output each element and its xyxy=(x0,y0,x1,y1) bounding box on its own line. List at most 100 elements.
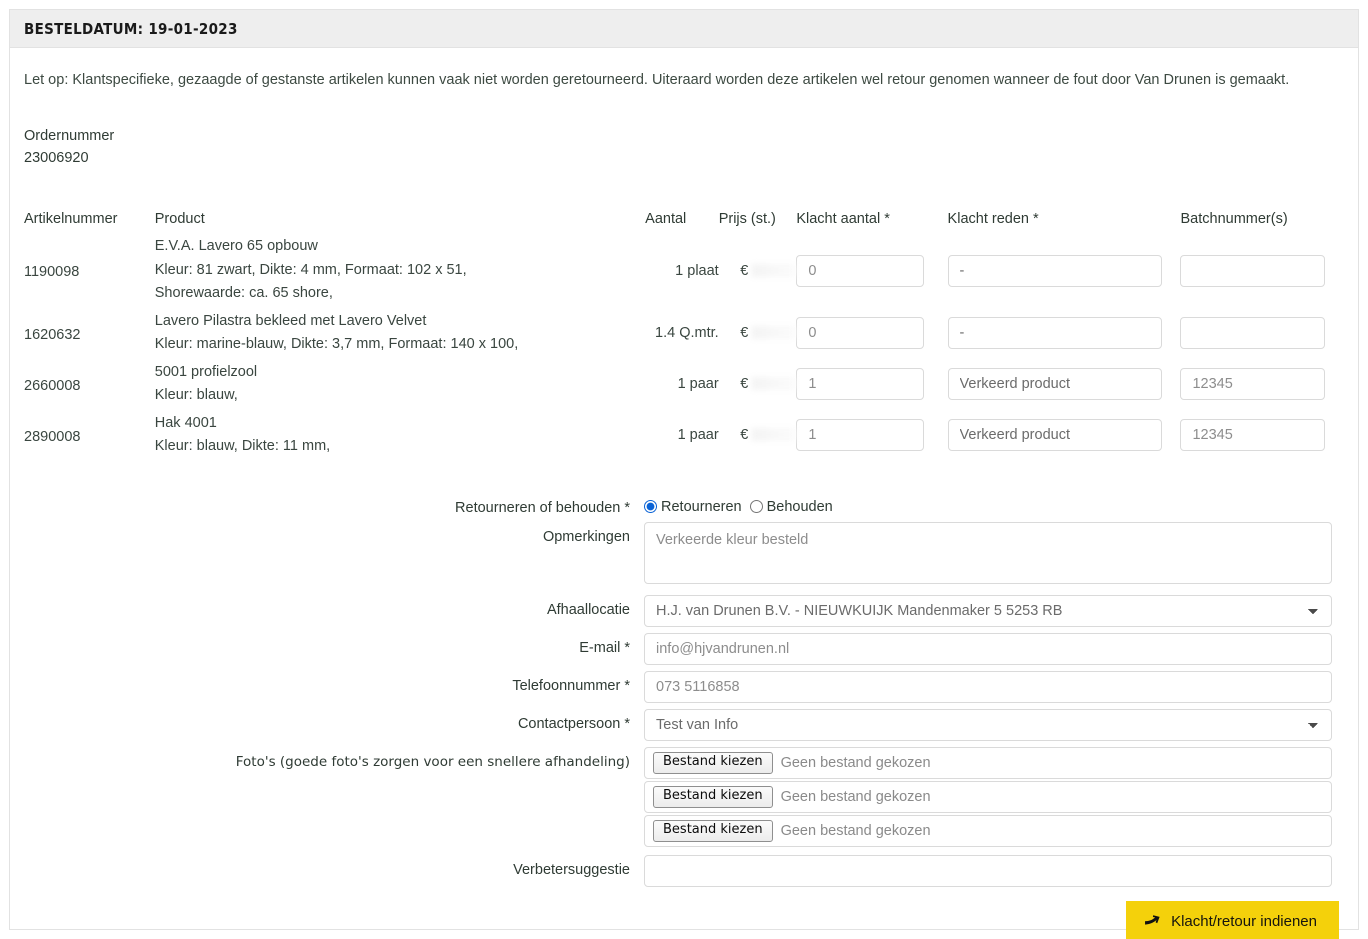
euro-symbol: € xyxy=(740,376,749,393)
klacht-aantal-input[interactable] xyxy=(796,254,925,287)
cell-artikelnummer: 2890008 xyxy=(24,410,155,461)
field-photos: Foto's (goede foto's zorgen voor een sne… xyxy=(24,746,1344,849)
euro-symbol: € xyxy=(740,427,749,444)
product-line: Shorewaarde: ca. 65 shore, xyxy=(154,285,333,302)
radio-behouden-input[interactable] xyxy=(749,500,763,514)
radio-retourneren-input[interactable] xyxy=(644,500,657,514)
field-phone: Telefoonnummer * xyxy=(24,670,1344,703)
table-row: 2660008 5001 profielzool Kleur: blauw, 1 pa… xyxy=(24,359,1344,410)
photo-upload-list: Bestand kiezen Geen bestand gekozen Bestan… xyxy=(644,746,1344,849)
cell-product: Lavero Pilastra bekleed met Lavero Velve… xyxy=(155,308,645,359)
chosen-file-text: Geen bestand gekozen xyxy=(780,754,931,771)
col-header-klacht-reden: Klacht reden * xyxy=(947,211,1039,228)
col-header-klacht-aantal: Klacht aantal * xyxy=(796,211,890,228)
phone-field[interactable] xyxy=(644,670,1332,703)
cell-artikelnummer: 2660008 xyxy=(24,359,155,410)
complaint-form: Retourneren of behouden * Retourneren Be… xyxy=(24,493,1344,939)
order-number-label: Ordernummer xyxy=(24,128,115,145)
email-label: E-mail * xyxy=(579,639,630,656)
cell-aantal: 1.4 Q.mtr. xyxy=(655,325,719,342)
field-contact-person: Contactpersoon * Test van Info xyxy=(24,708,1344,741)
klacht-reden-select[interactable]: - xyxy=(947,254,1162,287)
artikelnummer-value: 1190098 xyxy=(24,264,80,281)
product-line: Kleur: 81 zwart, Dikte: 4 mm, Formaat: 1… xyxy=(154,261,467,278)
col-header-artikelnummer: Artikelnummer xyxy=(24,211,118,228)
order-panel: BESTELDATUM: 19-01-2023 Let op: Klantspe… xyxy=(9,9,1359,939)
order-number-value: 23006920 xyxy=(24,150,89,167)
cell-artikelnummer: 1620632 xyxy=(24,308,155,359)
col-header-prijs: Prijs (st.) xyxy=(718,211,776,228)
cell-klacht-reden: - xyxy=(947,233,1181,307)
return-or-keep-label: Retourneren of behouden * xyxy=(455,499,630,516)
phone-label: Telefoonnummer * xyxy=(512,677,630,694)
cell-product: E.V.A. Lavero 65 opbouw Kleur: 81 zwart, … xyxy=(155,233,645,307)
product-line: Kleur: blauw, xyxy=(154,387,238,404)
price-redacted xyxy=(752,377,797,391)
choose-file-button[interactable]: Bestand kiezen xyxy=(653,819,773,842)
submit-complaint-button[interactable]: Klacht/retour indienen xyxy=(1126,900,1339,939)
choose-file-button[interactable]: Bestand kiezen xyxy=(653,785,773,808)
field-pickup-location: Afhaallocatie H.J. van Drunen B.V. - NIE… xyxy=(24,594,1344,627)
email-field[interactable] xyxy=(644,632,1332,665)
klacht-aantal-input[interactable] xyxy=(796,368,925,401)
price-redacted xyxy=(752,263,797,277)
contact-person-select[interactable]: Test van Info xyxy=(644,708,1332,741)
remarks-textarea[interactable] xyxy=(644,521,1332,584)
price-redacted xyxy=(752,428,797,442)
order-items-table: Artikelnummer Product Aantal Prijs (st.)… xyxy=(24,211,1344,460)
batchnummer-input[interactable] xyxy=(1180,317,1326,350)
batchnummer-input[interactable] xyxy=(1180,419,1326,452)
artikelnummer-value: 1620632 xyxy=(24,326,81,343)
table-row: 2890008 Hak 4001 Kleur: blauw, Dikte: 11 m… xyxy=(24,410,1344,461)
radio-retourneren[interactable]: Retourneren xyxy=(644,499,742,515)
artikelnummer-value: 2660008 xyxy=(24,377,81,394)
radio-behouden[interactable]: Behouden xyxy=(749,499,833,515)
remarks-label: Opmerkingen xyxy=(542,528,630,545)
suggestion-label: Verbetersuggestie xyxy=(513,861,630,878)
cell-aantal: 1 paar xyxy=(677,376,719,393)
cell-product: Hak 4001 Kleur: blauw, Dikte: 11 mm, xyxy=(155,410,645,461)
cell-klacht-reden: - xyxy=(947,308,1181,359)
cell-prijs: € xyxy=(719,359,797,410)
product-line: E.V.A. Lavero 65 opbouw xyxy=(154,238,318,255)
chosen-file-text: Geen bestand gekozen xyxy=(780,822,931,839)
choose-file-button[interactable]: Bestand kiezen xyxy=(653,751,773,774)
cell-batchnummer xyxy=(1180,359,1344,410)
cell-batchnummer xyxy=(1180,233,1344,307)
field-email: E-mail * xyxy=(24,632,1344,665)
contact-person-label: Contactpersoon * xyxy=(517,715,630,732)
cell-klacht-aantal xyxy=(796,359,947,410)
arrow-right-icon xyxy=(1144,913,1161,930)
photo-upload-row[interactable]: Bestand kiezen Geen bestand gekozen xyxy=(644,814,1332,847)
klacht-reden-select[interactable]: Verkeerd product xyxy=(947,419,1162,452)
field-return-or-keep: Retourneren of behouden * Retourneren Be… xyxy=(24,493,1344,516)
photo-upload-row[interactable]: Bestand kiezen Geen bestand gekozen xyxy=(644,780,1332,813)
price-redacted xyxy=(752,326,797,340)
photo-upload-row[interactable]: Bestand kiezen Geen bestand gekozen xyxy=(644,746,1332,779)
table-row: 1620632 Lavero Pilastra bekleed met Laver… xyxy=(24,308,1344,359)
cell-batchnummer xyxy=(1180,410,1344,461)
cell-aantal: 1 plaat xyxy=(675,262,719,279)
table-row: 1190098 E.V.A. Lavero 65 opbouw Kleur: 81 … xyxy=(24,233,1344,307)
klacht-aantal-input[interactable] xyxy=(796,317,925,350)
cell-klacht-reden: Verkeerd product xyxy=(947,410,1181,461)
photos-label: Foto's (goede foto's zorgen voor een sne… xyxy=(235,753,630,770)
batchnummer-input[interactable] xyxy=(1180,368,1326,401)
pickup-location-select[interactable]: H.J. van Drunen B.V. - NIEUWKUIJK Manden… xyxy=(644,594,1332,627)
cell-product: 5001 profielzool Kleur: blauw, xyxy=(155,359,645,410)
cell-klacht-aantal xyxy=(796,410,947,461)
col-header-batchnummer: Batchnummer(s) xyxy=(1180,211,1288,228)
euro-symbol: € xyxy=(740,325,749,342)
cell-klacht-aantal xyxy=(796,308,947,359)
klacht-aantal-input[interactable] xyxy=(796,419,925,452)
euro-symbol: € xyxy=(740,262,749,279)
klacht-reden-select[interactable]: Verkeerd product xyxy=(947,368,1162,401)
page-title: BESTELDATUM: 19-01-2023 xyxy=(24,19,238,38)
klacht-reden-select[interactable]: - xyxy=(947,317,1162,350)
order-items-body: 1190098 E.V.A. Lavero 65 opbouw Kleur: 81 … xyxy=(24,233,1344,460)
cell-artikelnummer: 1190098 xyxy=(24,233,155,307)
product-line: Kleur: blauw, Dikte: 11 mm, xyxy=(154,438,331,455)
batchnummer-input[interactable] xyxy=(1180,254,1326,287)
product-line: Kleur: marine-blauw, Dikte: 3,7 mm, Form… xyxy=(154,336,519,353)
suggestion-field[interactable] xyxy=(644,854,1332,887)
